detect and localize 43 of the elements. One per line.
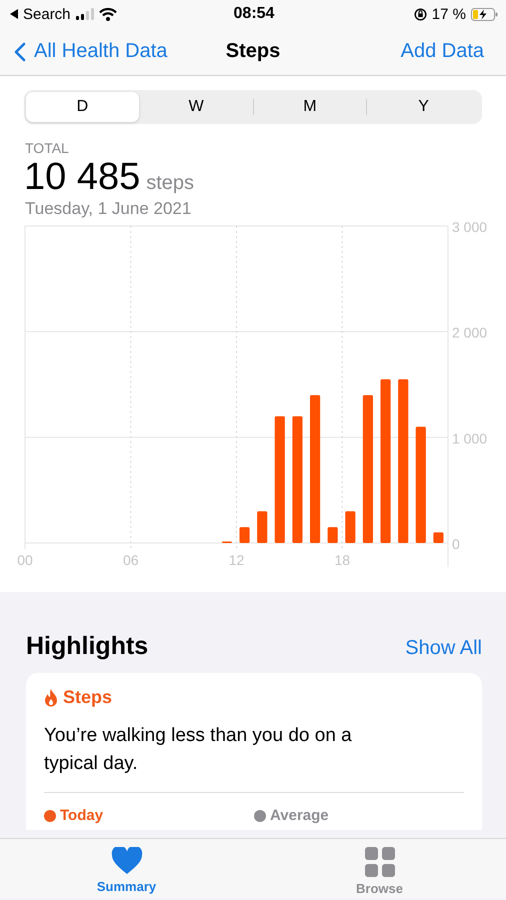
chevron-left-icon: [14, 42, 26, 62]
total-label: TOTAL: [25, 140, 70, 156]
back-app-label[interactable]: Search: [23, 6, 71, 22]
chart-bar: [257, 511, 268, 543]
legend-label: Average: [270, 807, 329, 824]
y-axis-label: 0: [452, 536, 460, 552]
y-axis-label: 3 000: [452, 221, 488, 235]
chart-bar: [240, 527, 250, 543]
back-triangle-icon: [10, 9, 18, 19]
period-tab[interactable]: M: [254, 92, 366, 122]
chart-bar: [328, 527, 338, 543]
flame-icon: [44, 688, 58, 706]
period-tab[interactable]: Y: [367, 92, 480, 122]
page-title: Steps: [224, 40, 282, 63]
highlight-message: You’re walking less than you do on a typical day.: [44, 724, 353, 776]
wifi-icon: [98, 8, 117, 20]
signal-icon: [76, 8, 94, 20]
legend-label: Today: [60, 807, 104, 824]
x-axis-label: 06: [122, 552, 139, 568]
heart-icon: [110, 847, 142, 875]
battery-charging-icon: [470, 8, 498, 20]
highlight-card[interactable]: Steps You’re walking less than you do on a typical day. Today Average: [26, 673, 482, 830]
grid-icon: [364, 847, 394, 877]
clock-time: 08:54: [234, 5, 274, 23]
rotation-lock-icon: [414, 8, 427, 20]
total-value: 10 485: [24, 156, 140, 199]
period-tab[interactable]: W: [140, 92, 252, 122]
x-axis-label: 12: [228, 552, 244, 568]
chart-bar: [433, 532, 444, 543]
y-axis-label: 1 000: [452, 430, 488, 446]
x-axis-label: 00: [17, 552, 33, 568]
y-axis-label: 2 000: [452, 324, 488, 341]
battery-percent: 17 %: [432, 6, 466, 22]
add-data-button[interactable]: Add Data: [400, 40, 484, 63]
x-axis-label: 18: [334, 552, 350, 568]
tab-bar-item[interactable]: Summary: [0, 839, 253, 898]
show-all-link[interactable]: Show All: [405, 637, 482, 660]
period-tab[interactable]: D: [26, 92, 139, 122]
chart-bar: [345, 511, 356, 543]
section-title: Highlights: [26, 632, 148, 661]
date-label: Tuesday, 1 June 2021: [25, 199, 192, 219]
unit-label: steps: [146, 172, 194, 195]
category-label: Steps: [63, 687, 112, 708]
